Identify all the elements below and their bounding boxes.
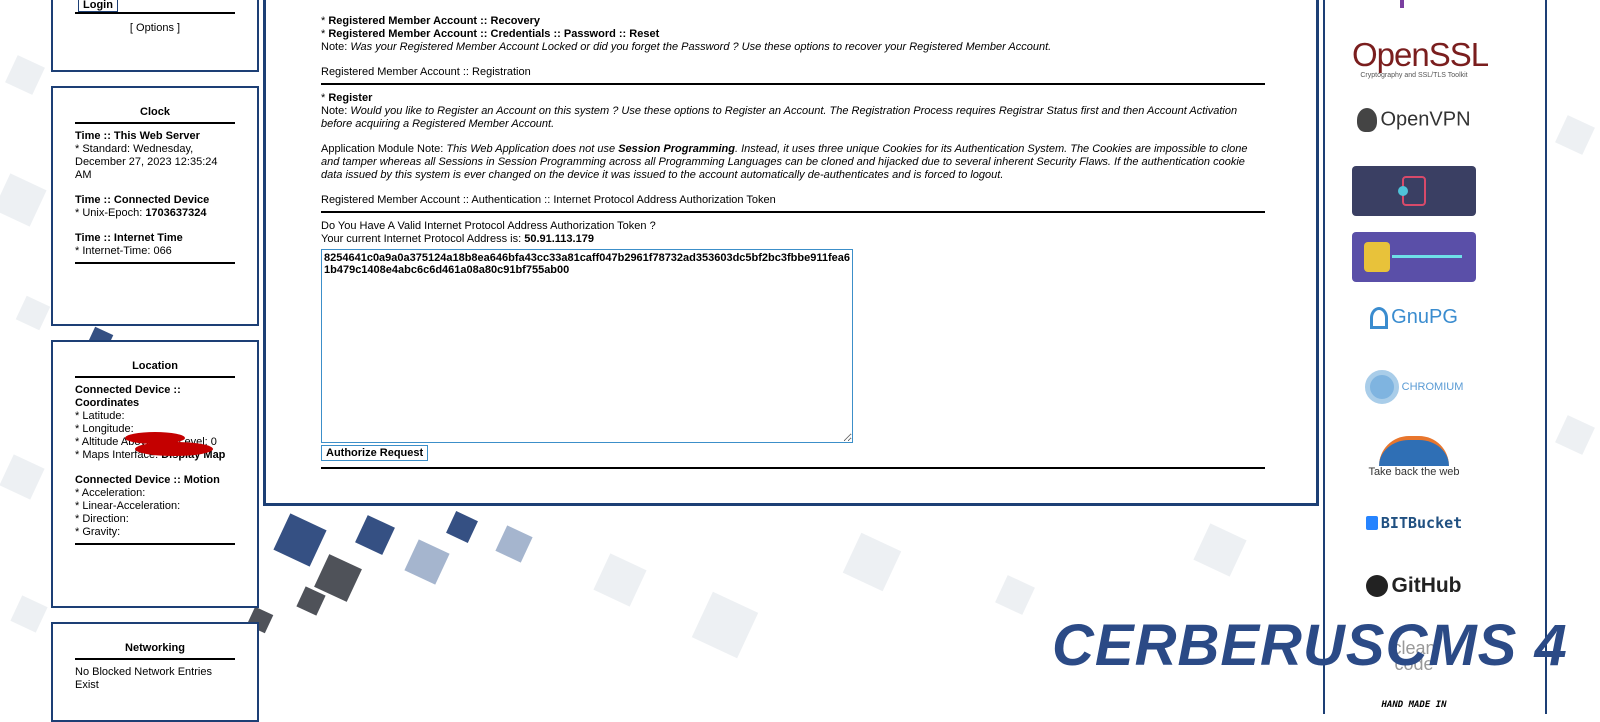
gravity: * Gravity: [75,526,121,538]
networking-status: No Blocked Network Entries Exist [75,666,212,691]
latitude: * Latitude: [75,410,125,422]
direction: * Direction: [75,513,129,525]
server-time-standard: * Standard: Wednesday, December 27, 2023… [75,143,218,181]
encryption-tile-icon[interactable] [1352,232,1476,282]
gnupg-logo[interactable]: GnuPG [1352,306,1476,329]
login-button[interactable]: Login [78,0,118,12]
firefox-icon [1379,436,1449,466]
bitbucket-logo[interactable]: BITBucket [1352,514,1476,532]
gnupg-icon [1370,306,1389,329]
unix-epoch: * Unix-Epoch: 1703637324 [75,207,207,219]
handmade-label: HAND MADE IN [1381,700,1447,710]
token-question: Do You Have A Valid Internet Protocol Ad… [321,220,656,232]
options-link[interactable]: Options [136,22,174,34]
firefox-logo[interactable]: Take back the web [1352,436,1476,478]
divider [75,376,235,378]
options-link-wrapper: [ Options ] [129,22,181,34]
security-tile-icon[interactable] [1352,166,1476,216]
internet-time-value: * Internet-Time: 066 [75,245,172,257]
divider [75,12,235,14]
registration-heading: Registered Member Account :: Registratio… [321,66,531,78]
linear-acceleration: * Linear-Acceleration: [75,500,181,512]
divider [75,543,235,545]
brand-title: CERBERUSCMS 4 [1052,613,1568,678]
acceleration: * Acceleration: [75,487,146,499]
partial-logo [1352,0,1476,8]
recovery-note: Note: Was your Registered Member Account… [321,41,1052,53]
github-icon [1366,575,1389,597]
token-textarea[interactable]: 8254641c0a9a0a375124a18b8ea646bfa43cc33a… [321,249,853,443]
register-link[interactable]: Register [328,92,372,104]
chromium-icon [1364,370,1399,404]
divider [321,211,1265,213]
authorize-request-button[interactable]: Authorize Request [321,445,429,461]
internet-time-heading: Time :: Internet Time [75,232,183,244]
ip-address: Your current Internet Protocol Address i… [321,233,594,245]
openssl-logo[interactable]: OpenSSL Cryptography and SSL/TLS Toolkit [1352,38,1489,80]
networking-panel: Networking No Blocked Network Entries Ex… [51,622,259,722]
main-content-panel: * Registered Member Account :: Recovery … [263,0,1319,506]
github-logo[interactable]: GitHub [1352,574,1476,598]
location-panel: Location Connected Device :: Coordinates… [51,340,259,608]
recovery-link[interactable]: Registered Member Account :: Recovery [328,15,540,27]
redaction-mark [135,442,213,456]
openvpn-logo[interactable]: OpenVPN [1352,108,1476,132]
divider [75,262,235,264]
auth-heading: Registered Member Account :: Authenticat… [321,194,776,206]
coords-heading: Connected Device :: Coordinates [75,384,181,409]
login-panel: Login [ Options ] [51,0,259,72]
chromium-logo[interactable]: CHROMIUM [1352,370,1476,404]
clock-title: Clock [140,106,170,118]
divider [321,467,1265,469]
openvpn-icon [1357,108,1378,132]
divider [321,83,1265,85]
divider [75,122,235,124]
bitbucket-icon [1365,516,1378,530]
server-time-heading: Time :: This Web Server [75,130,200,142]
motion-heading: Connected Device :: Motion [75,474,220,486]
divider [75,658,235,660]
application-note: Application Module Note: This Web Applic… [321,143,1248,181]
password-reset-link[interactable]: Registered Member Account :: Credentials… [328,28,659,40]
sponsor-column: OpenSSL Cryptography and SSL/TLS Toolkit… [1323,0,1547,714]
location-title: Location [132,360,178,372]
device-time-heading: Time :: Connected Device [75,194,210,206]
register-note: Note: Would you like to Register an Acco… [321,105,1238,130]
clock-panel: Clock Time :: This Web Server * Standard… [51,86,259,326]
networking-title: Networking [125,642,185,654]
